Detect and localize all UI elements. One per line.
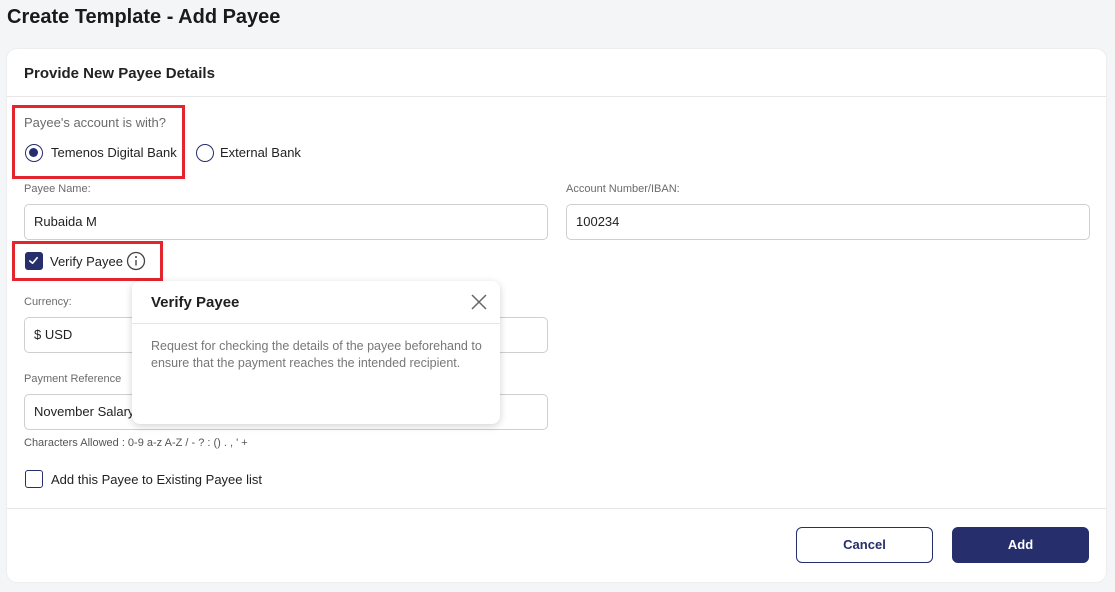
account-number-input[interactable]: 100234: [566, 204, 1090, 240]
bank-question-label: Payee's account is with?: [24, 115, 166, 130]
payee-name-input[interactable]: Rubaida M: [24, 204, 548, 240]
add-button[interactable]: Add: [952, 527, 1089, 563]
info-icon[interactable]: [126, 251, 146, 271]
radio-label-temenos[interactable]: Temenos Digital Bank: [51, 145, 177, 160]
checkmark-icon: [29, 256, 38, 265]
currency-label: Currency:: [24, 296, 72, 308]
account-number-label: Account Number/IBAN:: [566, 183, 680, 195]
cancel-button[interactable]: Cancel: [796, 527, 933, 563]
characters-allowed-hint: Characters Allowed : 0-9 a-z A-Z / - ? :…: [24, 437, 248, 449]
radio-label-external[interactable]: External Bank: [220, 145, 301, 160]
popover-body: Request for checking the details of the …: [151, 339, 482, 370]
popover-title: Verify Payee: [151, 294, 240, 311]
payee-name-label: Payee Name:: [24, 183, 91, 195]
page-title: Create Template - Add Payee: [7, 6, 281, 28]
verify-payee-label: Verify Payee: [50, 254, 123, 269]
add-to-payee-list-checkbox[interactable]: [25, 470, 43, 488]
card-title: Provide New Payee Details: [24, 65, 215, 82]
card-header: Provide New Payee Details: [7, 49, 1106, 97]
radio-external-bank[interactable]: [196, 144, 214, 162]
radio-temenos-digital-bank[interactable]: [25, 144, 43, 162]
verify-payee-checkbox[interactable]: [25, 252, 43, 270]
footer-divider: [7, 508, 1106, 509]
payment-reference-label: Payment Reference: [24, 373, 122, 385]
close-icon[interactable]: [470, 293, 488, 311]
verify-payee-popover: Verify Payee Request for checking the de…: [132, 281, 500, 424]
add-to-payee-list-label[interactable]: Add this Payee to Existing Payee list: [51, 472, 262, 487]
popover-divider: [132, 323, 500, 324]
